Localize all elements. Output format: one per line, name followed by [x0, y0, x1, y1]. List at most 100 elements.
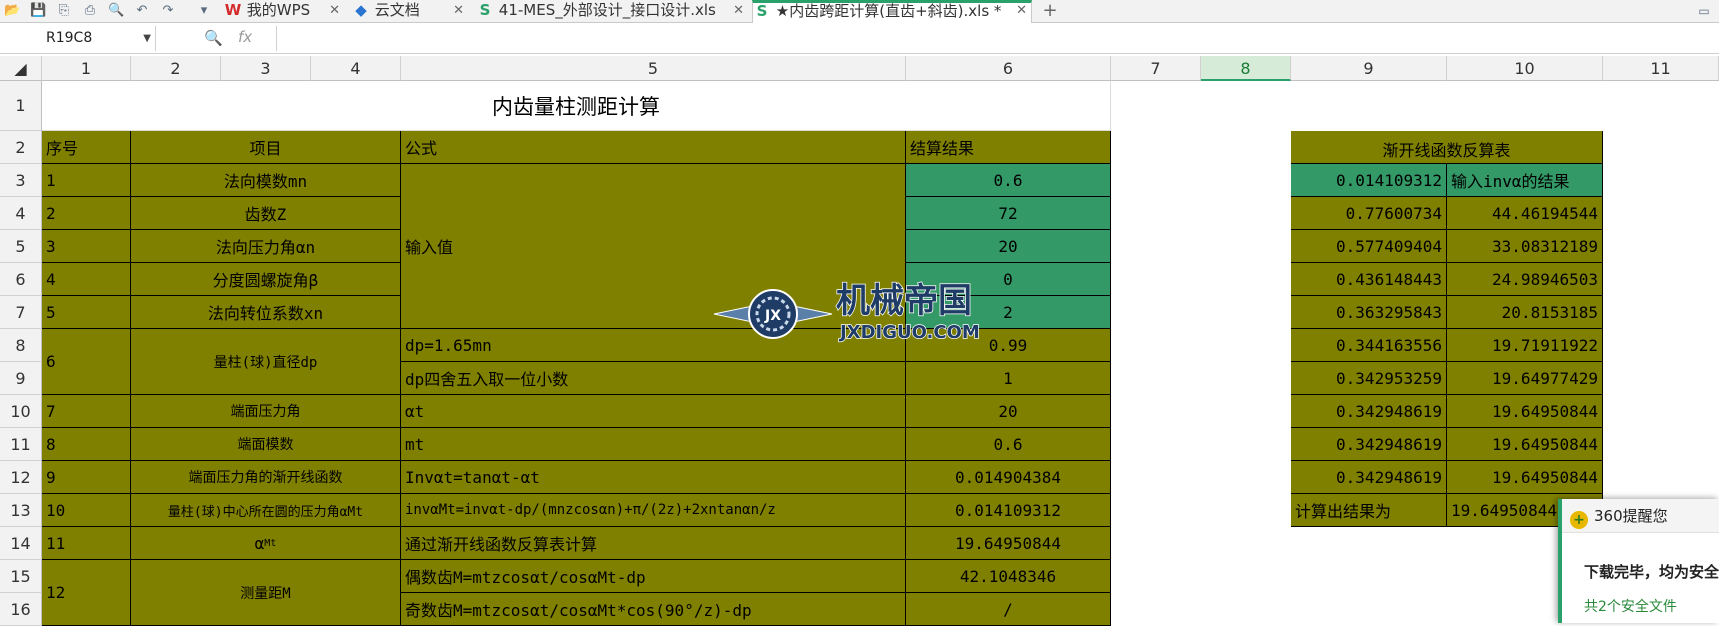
cell-no[interactable]: 4: [42, 263, 131, 296]
row-header-4[interactable]: 4: [0, 197, 42, 230]
name-box[interactable]: R19C8 ▼: [0, 26, 156, 51]
inverse-cell[interactable]: 19.64950844: [1447, 461, 1603, 494]
security-popup[interactable]: +360提醒您 下载完毕，均为安全文件 共2个安全文件: [1558, 499, 1719, 623]
inverse-cell[interactable]: 19.64977429: [1447, 362, 1603, 395]
cell-item[interactable]: 端面模数: [131, 428, 401, 461]
inverse-cell[interactable]: 0.344163556: [1291, 329, 1447, 362]
undo-icon[interactable]: ↶: [134, 3, 150, 19]
close-icon[interactable]: ✕: [453, 0, 464, 21]
cell-formula[interactable]: dp=1.65mn: [401, 329, 906, 362]
column-header-5[interactable]: 5: [401, 56, 906, 81]
inverse-cell[interactable]: 0.342953259: [1291, 362, 1447, 395]
cell-result[interactable]: 19.64950844: [906, 527, 1111, 560]
cell-no[interactable]: 1: [42, 164, 131, 197]
cell-item[interactable]: 法向转位系数xn: [131, 296, 401, 329]
window-icon[interactable]: ▭: [1696, 3, 1712, 19]
new-tab-icon[interactable]: +: [1042, 2, 1058, 20]
cell-formula[interactable]: dp四舍五入取一位小数: [401, 362, 906, 395]
column-header-11[interactable]: 11: [1603, 56, 1719, 81]
column-header-9[interactable]: 9: [1291, 56, 1447, 81]
inverse-cell[interactable]: 19.64950844: [1447, 395, 1603, 428]
header-no[interactable]: 序号: [42, 131, 131, 164]
input-cell[interactable]: 0: [906, 263, 1111, 296]
inverse-cell[interactable]: 0.577409404: [1291, 230, 1447, 263]
formula-input[interactable]: [276, 26, 1716, 51]
cell-item[interactable]: 法向压力角αn: [131, 230, 401, 263]
cell-formula[interactable]: 偶数齿M=mtzcosαt/cosαMt-dp: [401, 560, 906, 593]
redo-icon[interactable]: ↷: [160, 3, 176, 19]
column-header-3[interactable]: 3: [221, 56, 311, 81]
cell-no[interactable]: 6: [42, 329, 131, 395]
row-header-14[interactable]: 14: [0, 527, 42, 560]
cell-result[interactable]: 42.1048346: [906, 560, 1111, 593]
open-icon[interactable]: 📂: [4, 3, 20, 19]
cell-formula[interactable]: 奇数齿M=mtzcosαt/cosαMt*cos(90°/z)-dp: [401, 593, 906, 626]
cell-item[interactable]: α Mt: [131, 527, 401, 560]
tab-cloud-docs[interactable]: ◆ 云文档 ✕: [352, 0, 468, 23]
column-header-8[interactable]: 8: [1201, 56, 1291, 81]
cell-item[interactable]: 端面压力角的渐开线函数: [131, 461, 401, 494]
cell-formula[interactable]: αt: [401, 395, 906, 428]
inverse-cell[interactable]: 0.436148443: [1291, 263, 1447, 296]
cell-no[interactable]: 8: [42, 428, 131, 461]
chevron-down-icon[interactable]: ▼: [143, 26, 151, 51]
row-header-15[interactable]: 15: [0, 560, 42, 593]
cell-no[interactable]: 3: [42, 230, 131, 263]
row-header-1[interactable]: 1: [0, 81, 42, 131]
print-icon[interactable]: ⎙: [82, 3, 98, 19]
row-header-2[interactable]: 2: [0, 131, 42, 164]
close-icon[interactable]: ✕: [329, 0, 340, 21]
inverse-cell[interactable]: 24.98946503: [1447, 263, 1603, 296]
cell-formula[interactable]: Invαt=tanαt-αt: [401, 461, 906, 494]
inverse-cell[interactable]: 44.46194544: [1447, 197, 1603, 230]
inverse-cell[interactable]: 0.342948619: [1291, 395, 1447, 428]
cell-result[interactable]: 1: [906, 362, 1111, 395]
row-header-9[interactable]: 9: [0, 362, 42, 395]
cell-no[interactable]: 12: [42, 560, 131, 626]
cell-formula[interactable]: 通过渐开线函数反算表计算: [401, 527, 906, 560]
inverse-cell[interactable]: 0.363295843: [1291, 296, 1447, 329]
cell-formula[interactable]: mt: [401, 428, 906, 461]
row-header-6[interactable]: 6: [0, 263, 42, 296]
cell-result[interactable]: 0.6: [906, 428, 1111, 461]
row-header-5[interactable]: 5: [0, 230, 42, 263]
close-icon[interactable]: ✕: [1016, 3, 1027, 19]
close-icon[interactable]: ✕: [733, 0, 744, 21]
input-cell[interactable]: 72: [906, 197, 1111, 230]
inverse-cell[interactable]: 20.8153185: [1447, 296, 1603, 329]
row-header-10[interactable]: 10: [0, 395, 42, 428]
cell-item[interactable]: 量柱(球)直径dp: [131, 329, 401, 395]
column-header-4[interactable]: 4: [311, 56, 401, 81]
sheet-title[interactable]: 内齿量柱测距计算: [42, 81, 1111, 131]
tab-my-wps[interactable]: W 我的WPS ✕: [224, 0, 344, 23]
row-header-12[interactable]: 12: [0, 461, 42, 494]
cell-no[interactable]: 11: [42, 527, 131, 560]
save-icon[interactable]: 💾: [30, 3, 46, 19]
inverse-cell[interactable]: 19.71911922: [1447, 329, 1603, 362]
cell-result[interactable]: /: [906, 593, 1111, 626]
popup-safe-files-link[interactable]: 共2个安全文件: [1584, 596, 1677, 616]
row-header-16[interactable]: 16: [0, 593, 42, 626]
cell-result[interactable]: 20: [906, 395, 1111, 428]
print-preview-icon[interactable]: 🔍: [108, 3, 124, 19]
export-icon[interactable]: ⎘: [56, 3, 72, 19]
fx-icon[interactable]: fx: [238, 28, 252, 46]
cell-item[interactable]: 测量距M: [131, 560, 401, 626]
cell-result[interactable]: 0.014109312: [906, 494, 1111, 527]
header-formula[interactable]: 公式: [401, 131, 906, 164]
cell-no[interactable]: 2: [42, 197, 131, 230]
header-result[interactable]: 结算结果: [906, 131, 1111, 164]
inverse-input-note[interactable]: 输入invα的结果: [1447, 164, 1603, 197]
input-cell[interactable]: 0.6: [906, 164, 1111, 197]
inverse-cell[interactable]: 0.342948619: [1291, 428, 1447, 461]
inverse-result-label[interactable]: 计算出结果为: [1291, 494, 1447, 527]
cell-item[interactable]: 齿数Z: [131, 197, 401, 230]
inverse-cell[interactable]: 0.77600734: [1291, 197, 1447, 230]
row-header-13[interactable]: 13: [0, 494, 42, 527]
cell-item[interactable]: 端面压力角: [131, 395, 401, 428]
inverse-cell[interactable]: 33.08312189: [1447, 230, 1603, 263]
column-header-7[interactable]: 7: [1111, 56, 1201, 81]
inverse-input-cell[interactable]: 0.014109312: [1291, 164, 1447, 197]
column-header-6[interactable]: 6: [906, 56, 1111, 81]
inverse-table-title[interactable]: 渐开线函数反算表: [1291, 131, 1603, 164]
